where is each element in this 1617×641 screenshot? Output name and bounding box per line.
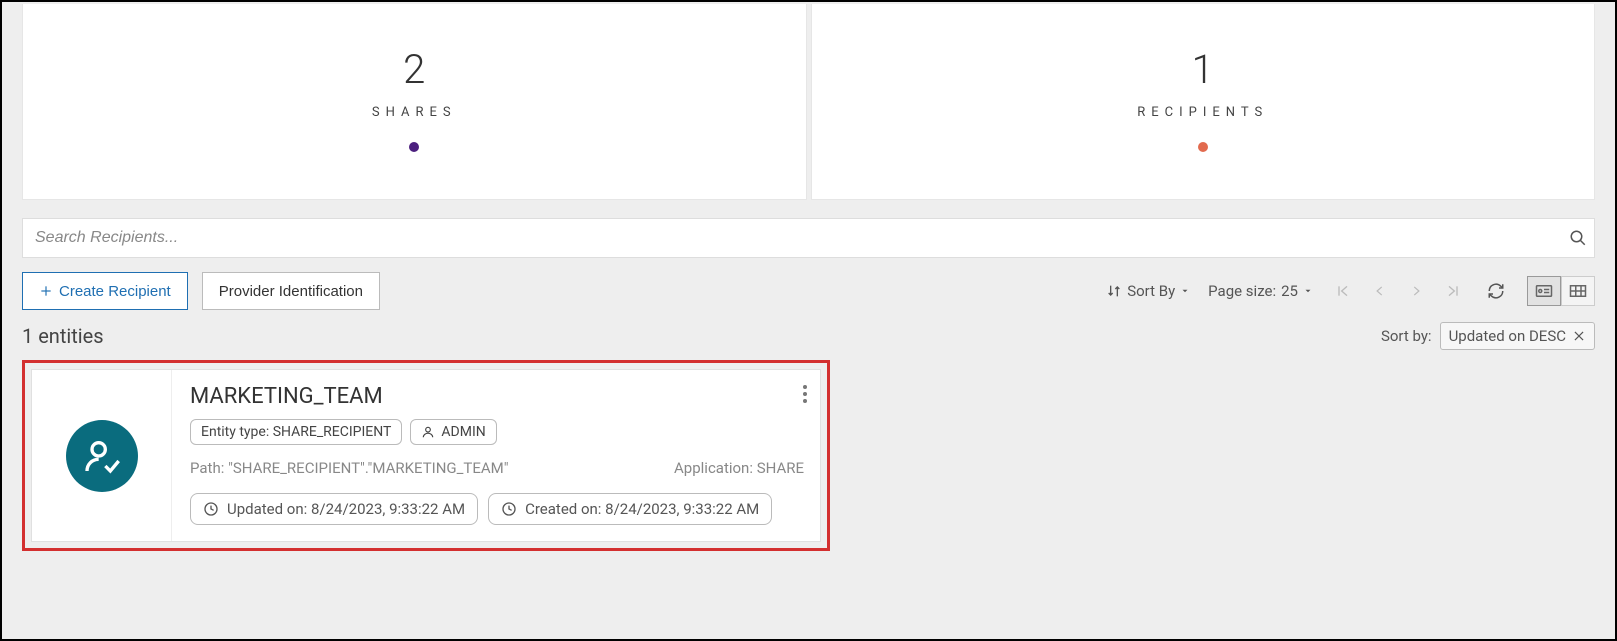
sort-by-prefix: Sort by: <box>1381 327 1432 345</box>
sort-by-label: Sort By <box>1127 282 1175 300</box>
grid-view-icon <box>1569 284 1587 298</box>
updated-on-pill: Updated on: 8/24/2023, 9:33:22 AM <box>190 493 478 525</box>
kebab-icon <box>802 384 808 404</box>
entity-card-highlight: MARKETING_TEAM Entity type: SHARE_RECIPI… <box>22 360 830 551</box>
pager-next-button[interactable] <box>1405 280 1427 302</box>
provider-identification-label: Provider Identification <box>219 283 363 300</box>
created-on-label: Created on: 8/24/2023, 9:33:22 AM <box>525 500 759 518</box>
entity-card-menu-button[interactable] <box>802 384 808 404</box>
updated-on-label: Updated on: 8/24/2023, 9:33:22 AM <box>227 500 465 518</box>
first-page-icon <box>1335 283 1351 299</box>
search-input[interactable] <box>22 218 1595 258</box>
create-recipient-label: Create Recipient <box>59 283 171 300</box>
chevron-down-icon <box>1180 286 1190 296</box>
recipients-dot-icon <box>1198 142 1208 152</box>
sort-chip-label: Updated on DESC <box>1449 327 1566 345</box>
application-label: Application: SHARE <box>674 459 804 477</box>
shares-dot-icon <box>409 142 419 152</box>
close-icon[interactable] <box>1572 329 1586 343</box>
shares-value: 2 <box>403 46 425 93</box>
refresh-icon <box>1487 282 1505 300</box>
sort-chip[interactable]: Updated on DESC <box>1440 322 1595 350</box>
chevron-down-icon <box>1303 286 1313 296</box>
owner-pill: ADMIN <box>410 419 496 445</box>
entity-type-label: Entity type: SHARE_RECIPIENT <box>201 424 391 440</box>
plus-icon <box>39 284 53 298</box>
chevron-right-icon <box>1409 284 1423 298</box>
entities-count-label: 1 entities <box>22 324 104 348</box>
last-page-icon <box>1445 283 1461 299</box>
card-view-icon <box>1535 284 1553 298</box>
recipient-avatar-icon <box>66 420 138 492</box>
entity-card-avatar-area <box>32 370 172 541</box>
clock-icon <box>203 501 219 517</box>
entity-type-pill: Entity type: SHARE_RECIPIENT <box>190 419 402 445</box>
entity-card[interactable]: MARKETING_TEAM Entity type: SHARE_RECIPI… <box>31 369 821 542</box>
refresh-button[interactable] <box>1483 278 1509 304</box>
created-on-pill: Created on: 8/24/2023, 9:33:22 AM <box>488 493 772 525</box>
shares-label: SHARES <box>372 105 457 120</box>
pager-first-button[interactable] <box>1331 279 1355 303</box>
provider-identification-button[interactable]: Provider Identification <box>202 272 380 310</box>
entity-title: MARKETING_TEAM <box>190 384 804 409</box>
clock-icon <box>501 501 517 517</box>
create-recipient-button[interactable]: Create Recipient <box>22 272 188 310</box>
user-icon <box>421 425 435 439</box>
recipients-label: RECIPIENTS <box>1137 105 1268 120</box>
shares-tile[interactable]: 2 SHARES <box>22 4 807 200</box>
grid-view-button[interactable] <box>1561 276 1595 306</box>
sort-icon <box>1106 283 1122 299</box>
page-size-prefix: Page size: <box>1208 282 1276 300</box>
search-icon[interactable] <box>1569 229 1587 247</box>
chevron-left-icon <box>1373 284 1387 298</box>
page-size-dropdown[interactable]: Page size: 25 <box>1208 282 1313 300</box>
card-view-button[interactable] <box>1527 276 1561 306</box>
path-label: Path: "SHARE_RECIPIENT"."MARKETING_TEAM" <box>190 459 509 477</box>
owner-label: ADMIN <box>441 424 485 440</box>
page-size-value: 25 <box>1281 282 1298 300</box>
sort-by-dropdown[interactable]: Sort By <box>1106 282 1190 300</box>
pager-prev-button[interactable] <box>1369 280 1391 302</box>
pager-last-button[interactable] <box>1441 279 1465 303</box>
recipients-value: 1 <box>1192 46 1214 93</box>
recipients-tile[interactable]: 1 RECIPIENTS <box>811 4 1596 200</box>
